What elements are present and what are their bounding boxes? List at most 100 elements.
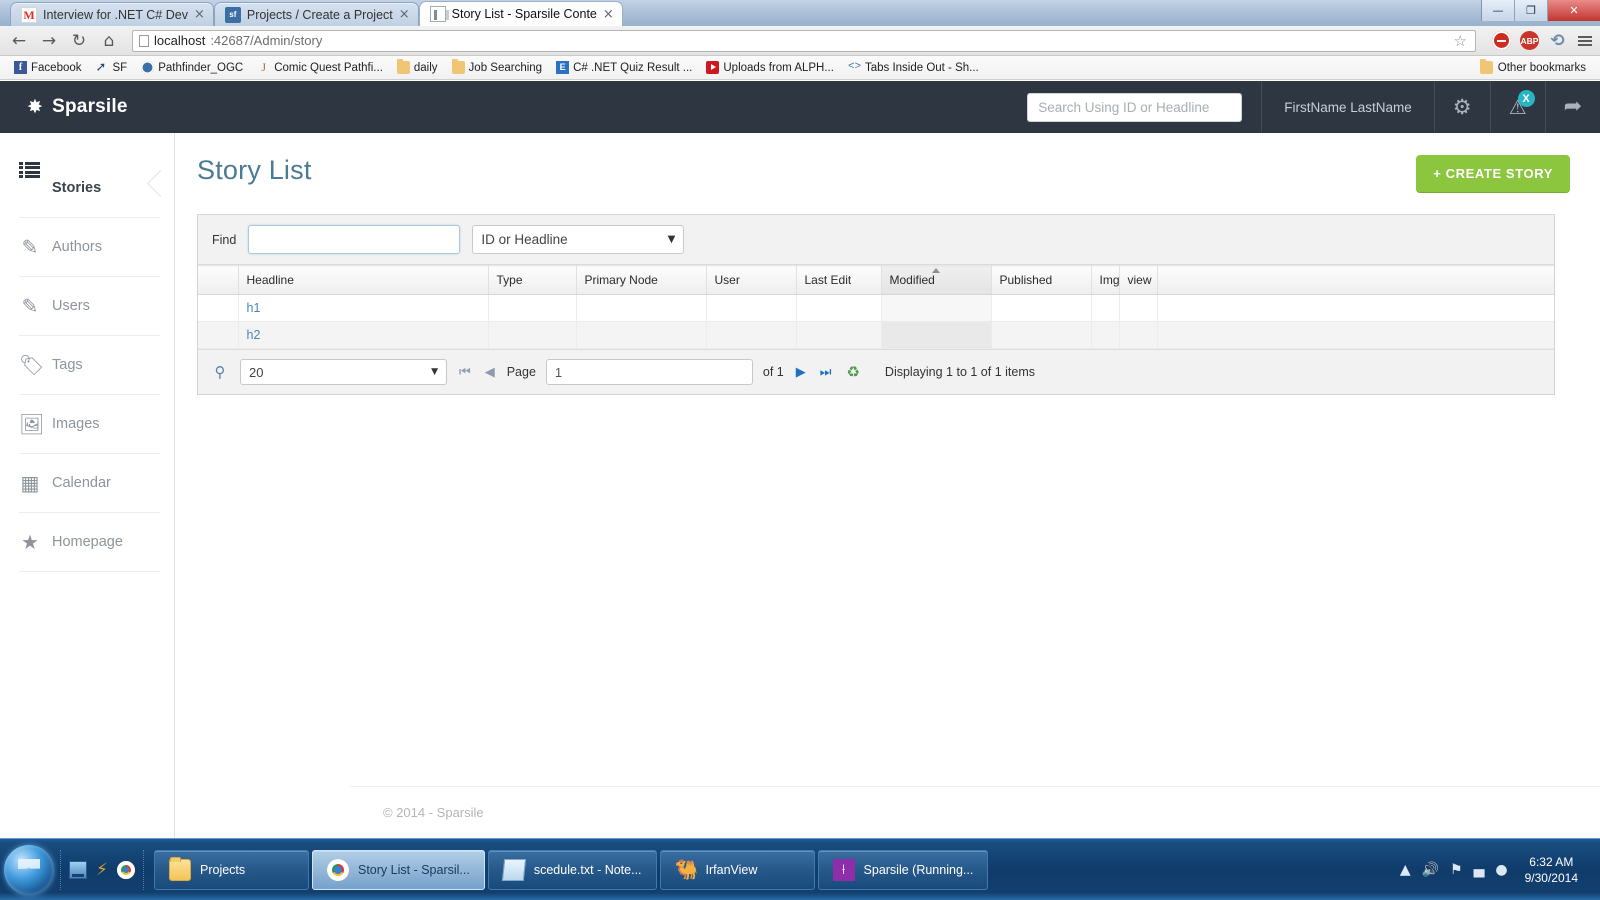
clock-time: 6:32 AM: [1525, 854, 1578, 870]
clock[interactable]: 6:32 AM 9/30/2014: [1519, 854, 1590, 886]
pencil-icon: ✎: [19, 295, 41, 317]
other-bookmarks-folder[interactable]: Other bookmarks: [1474, 59, 1592, 76]
sidebar-item-stories[interactable]: Stories: [19, 159, 160, 218]
tab-close-icon[interactable]: ×: [194, 8, 205, 21]
web-page: ✸ Sparsile FirstName LastName ⚙ ⚠ X: [0, 81, 1600, 838]
table-header-img[interactable]: Img: [1091, 266, 1119, 295]
page-number-input[interactable]: [546, 359, 753, 385]
volume-icon[interactable]: 🔊: [1422, 863, 1439, 877]
taskbar-item-projects[interactable]: Projects: [154, 850, 309, 890]
cell-headline[interactable]: h2: [238, 322, 488, 349]
bookmark-quiz-result[interactable]: E C# .NET Quiz Result ...: [550, 59, 698, 76]
sidebar-item-users[interactable]: ✎ Users: [19, 277, 160, 336]
forward-icon[interactable]: →: [38, 30, 60, 52]
table-header-select[interactable]: [198, 266, 238, 295]
header-search-input[interactable]: [1027, 93, 1242, 122]
row-select-cell[interactable]: [198, 295, 238, 322]
refresh-icon[interactable]: ♻: [843, 363, 862, 381]
bookmark-comic-quest[interactable]: J Comic Quest Pathfi...: [251, 59, 389, 76]
table-header-headline[interactable]: Headline: [238, 266, 488, 295]
next-page-icon[interactable]: ▶: [794, 366, 808, 379]
tab-close-icon[interactable]: ×: [603, 8, 614, 21]
home-icon[interactable]: ⌂: [98, 30, 120, 52]
user-menu[interactable]: FirstName LastName: [1261, 81, 1434, 133]
sidebar-item-homepage[interactable]: ★ Homepage: [19, 513, 160, 572]
sidebar-item-tags[interactable]: 🏷 Tags: [19, 336, 160, 395]
stop-hand-icon[interactable]: [1492, 31, 1511, 50]
grid-pager: ⚲ 20 ▼ ⏮ ◀ Page of 1 ▶ ⏭ ♻ Displaying: [198, 349, 1554, 394]
taskbar-item-irfanview[interactable]: 🐫 IrfanView: [660, 850, 815, 890]
table-header-modified[interactable]: Modified: [881, 266, 991, 295]
browser-tab-2[interactable]: sf Projects / Create a Project ×: [214, 2, 419, 26]
show-hidden-icons-icon[interactable]: ▲: [1400, 863, 1411, 877]
start-button[interactable]: [4, 845, 54, 895]
bookmark-daily[interactable]: daily: [391, 59, 444, 76]
find-filter-select[interactable]: ID or Headline ▼: [472, 225, 684, 254]
bookmark-pathfinder[interactable]: Pathfinder_OGC: [135, 59, 249, 76]
cell-primary-node: [576, 322, 706, 349]
create-story-button[interactable]: + CREATE STORY: [1416, 155, 1570, 192]
maximize-button[interactable]: ❐: [1515, 0, 1548, 21]
address-bar[interactable]: localhost:42687/Admin/story ☆: [132, 30, 1476, 52]
taskbar-item-chrome[interactable]: Story List - Sparsil...: [312, 850, 485, 890]
notifications-button[interactable]: ⚠ X: [1490, 81, 1545, 133]
star-icon: ★: [19, 531, 41, 553]
taskbar-buttons: Projects Story List - Sparsil... scedule…: [144, 850, 988, 890]
show-desktop-icon[interactable]: [69, 861, 87, 879]
ghostery-icon[interactable]: ⟲: [1548, 31, 1567, 50]
flash-icon[interactable]: ⚡: [93, 861, 111, 879]
row-select-cell[interactable]: [198, 322, 238, 349]
bookmark-job-searching[interactable]: Job Searching: [446, 59, 549, 76]
bookmark-star-icon[interactable]: ☆: [1454, 32, 1469, 50]
bookmark-tabs-inside-out[interactable]: <> Tabs Inside Out - Sh...: [842, 59, 985, 76]
story-link[interactable]: h2: [247, 328, 261, 342]
table-header-last-edit[interactable]: Last Edit: [796, 266, 881, 295]
cell-headline[interactable]: h1: [238, 295, 488, 322]
action-center-icon[interactable]: ⚑: [1450, 863, 1463, 877]
chrome-icon[interactable]: [117, 861, 135, 879]
story-link[interactable]: h1: [247, 301, 261, 315]
find-input[interactable]: [248, 225, 460, 254]
minimize-button[interactable]: —: [1482, 0, 1515, 21]
tray-other-icon[interactable]: ●: [1495, 863, 1507, 877]
first-page-icon[interactable]: ⏮: [457, 366, 473, 379]
sidebar-item-images[interactable]: 🖼 Images: [19, 395, 160, 454]
table-header-primary-node[interactable]: Primary Node: [576, 266, 706, 295]
cell-view[interactable]: [1119, 295, 1157, 322]
sidebar-item-calendar[interactable]: ▦ Calendar: [19, 454, 160, 513]
sidebar-item-label: Users: [52, 298, 90, 314]
taskbar-item-visual-studio[interactable]: ⟊ Sparsile (Running...: [818, 850, 989, 890]
settings-button[interactable]: ⚙: [1434, 81, 1490, 133]
search-icon[interactable]: ⚲: [210, 363, 230, 381]
sidebar-item-label: Authors: [52, 239, 102, 255]
logout-button[interactable]: ➦: [1545, 81, 1600, 133]
network-icon[interactable]: ▄: [1474, 863, 1485, 877]
app-logo[interactable]: ✸ Sparsile: [0, 96, 128, 118]
sidebar-item-authors[interactable]: ✎ Authors: [19, 218, 160, 277]
last-page-icon[interactable]: ⏭: [818, 366, 834, 379]
reload-icon[interactable]: ↻: [68, 30, 90, 52]
taskbar-item-notepad[interactable]: scedule.txt - Note...: [488, 850, 657, 890]
table-header-view[interactable]: view: [1119, 266, 1157, 295]
prev-page-icon[interactable]: ◀: [483, 366, 497, 379]
browser-tab-3-active[interactable]: Story List - Sparsile Conte ×: [419, 1, 623, 26]
bookmark-sf[interactable]: SF: [90, 59, 134, 76]
table-header-published[interactable]: Published: [991, 266, 1091, 295]
chrome-menu-icon[interactable]: [1576, 36, 1592, 46]
bookmark-uploads[interactable]: Uploads from ALPH...: [700, 59, 840, 76]
bookmark-facebook[interactable]: f Facebook: [8, 59, 88, 76]
tab-close-icon[interactable]: ×: [399, 8, 410, 21]
bookmark-label: SF: [113, 62, 128, 74]
table-row[interactable]: h2: [198, 322, 1554, 349]
close-window-button[interactable]: ✕: [1548, 0, 1600, 21]
table-header-type[interactable]: Type: [488, 266, 576, 295]
table-header-filler: [1157, 266, 1554, 295]
table-row[interactable]: h1: [198, 295, 1554, 322]
cell-view[interactable]: [1119, 322, 1157, 349]
page-size-select[interactable]: 20 ▼: [240, 359, 447, 385]
table-header-user[interactable]: User: [706, 266, 796, 295]
adblock-plus-icon[interactable]: ABP: [1520, 31, 1539, 50]
table-header-modified-label: Modified: [890, 273, 935, 287]
browser-tab-1[interactable]: M Interview for .NET C# Dev ×: [10, 2, 214, 26]
back-icon[interactable]: ←: [8, 30, 30, 52]
